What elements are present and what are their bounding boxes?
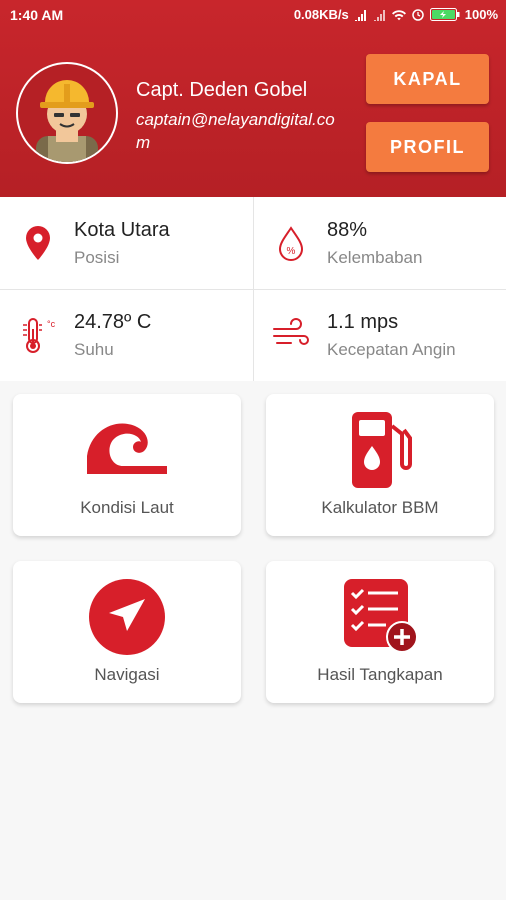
location-label: Posisi — [74, 248, 120, 267]
checklist-add-icon — [344, 579, 418, 653]
kapal-button[interactable]: KAPAL — [366, 54, 489, 104]
menu-navigasi[interactable]: Navigasi — [13, 561, 241, 703]
kondisi-laut-label: Kondisi Laut — [80, 498, 174, 517]
menu-hasil-tangkapan[interactable]: Hasil Tangkapan — [266, 561, 494, 703]
location-pin-icon — [26, 226, 50, 260]
hasil-tangkapan-label: Hasil Tangkapan — [317, 665, 443, 684]
profile-email: captain@nelayandigital.com — [136, 110, 335, 152]
menu-kalkulator-bbm[interactable]: Kalkulator BBM — [266, 394, 494, 536]
wifi-icon — [391, 9, 406, 20]
captain-avatar-icon — [36, 80, 98, 162]
kalkulator-bbm-label: Kalkulator BBM — [321, 498, 439, 517]
avatar[interactable] — [16, 62, 118, 164]
menu-kondisi-laut[interactable]: Kondisi Laut — [13, 394, 241, 536]
app-header: 1:40 AM 0.08KB/s 100% Capt. Deden Gobel … — [0, 0, 506, 197]
navigasi-label: Navigasi — [94, 665, 160, 684]
battery-percent: 100% — [464, 7, 498, 22]
alarm-icon — [412, 8, 424, 21]
status-right: 0.08KB/s 100% — [294, 7, 498, 22]
info-temperature: °c 24.78º C Suhu — [0, 289, 253, 381]
humidity-label: Kelembaban — [327, 248, 423, 267]
wind-value: 1.1 mps — [327, 311, 399, 333]
svg-text:%: % — [287, 246, 296, 257]
wind-icon — [273, 318, 309, 345]
wind-label: Kecepatan Angin — [327, 340, 456, 359]
weather-info-panel: Kota Utara Posisi % 88% Kelembaban °c 24… — [0, 197, 506, 381]
network-speed: 0.08KB/s — [293, 7, 349, 22]
humidity-value: 88% — [327, 219, 368, 241]
location-value: Kota Utara — [74, 219, 170, 241]
status-bar: 1:40 AM 0.08KB/s 100% — [0, 0, 506, 30]
signal-icon — [354, 9, 366, 21]
temperature-value: 24.78º C — [74, 311, 152, 333]
temperature-label: Suhu — [74, 340, 114, 359]
signal-2-icon — [373, 9, 385, 21]
thermometer-icon: °c — [23, 318, 56, 353]
humidity-drop-icon: % — [278, 226, 304, 261]
info-wind: 1.1 mps Kecepatan Angin — [253, 289, 506, 381]
svg-text:°c: °c — [47, 319, 56, 329]
navigation-arrow-icon — [89, 579, 165, 655]
battery-icon — [429, 8, 460, 21]
profil-button[interactable]: PROFIL — [366, 122, 489, 172]
wave-icon — [87, 423, 167, 474]
profile-name: Capt. Deden Gobel — [136, 79, 308, 101]
info-location: Kota Utara Posisi — [0, 197, 253, 289]
status-time: 1:40 AM — [10, 7, 64, 23]
fuel-pump-icon — [352, 412, 412, 488]
info-humidity: % 88% Kelembaban — [253, 197, 506, 289]
